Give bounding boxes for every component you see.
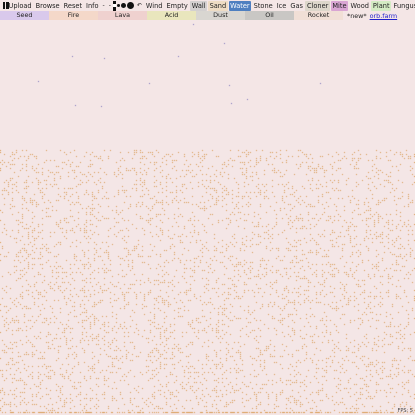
element-wall[interactable]: Wall	[190, 0, 208, 11]
element-dust[interactable]: Dust	[196, 11, 245, 20]
element-wood[interactable]: Wood	[349, 1, 370, 11]
element-mite[interactable]: Mite	[330, 0, 349, 11]
element-water[interactable]: Water	[228, 0, 252, 11]
element-cloner[interactable]: Cloner	[305, 0, 330, 11]
simulation-canvas[interactable]	[0, 20, 415, 415]
simulation-canvas-wrap[interactable]: FPS: 5	[0, 20, 415, 415]
element-ice[interactable]: Ice	[275, 1, 288, 11]
element-row-2: Seed Fire Lava Acid Dust Oil Rocket *new…	[0, 11, 415, 20]
undo-icon[interactable]: ↶	[135, 1, 143, 11]
brush-size-2[interactable]	[117, 1, 121, 11]
small-dot-icon	[117, 4, 121, 7]
element-wind[interactable]: Wind	[144, 1, 164, 11]
element-rocket[interactable]: Rocket	[294, 11, 343, 20]
element-acid[interactable]: Acid	[147, 11, 196, 20]
element-oil[interactable]: Oil	[245, 11, 294, 20]
browse-button[interactable]: Browse	[34, 1, 61, 11]
element-lava[interactable]: Lava	[98, 11, 147, 20]
fps-counter: FPS: 5	[397, 408, 413, 414]
brush-size-increase[interactable]: -	[107, 1, 112, 11]
brush-size-decrease[interactable]: -	[101, 1, 106, 11]
element-stone[interactable]: Stone	[252, 1, 274, 11]
reset-button[interactable]: Reset	[62, 1, 83, 11]
brush-size-3[interactable]	[121, 1, 127, 11]
upload-button[interactable]: Upload	[7, 1, 33, 11]
pause-icon[interactable]	[1, 1, 9, 10]
new-badge: *new*	[347, 11, 367, 20]
info-button[interactable]: Info	[85, 1, 100, 11]
large-dot-icon	[127, 2, 135, 9]
toolbar: Upload Browse Reset Info - - ↶ Wind Empt…	[0, 0, 415, 11]
element-plant[interactable]: Plant	[371, 0, 392, 11]
element-fire[interactable]: Fire	[49, 11, 98, 20]
element-empty[interactable]: Empty	[165, 1, 189, 11]
square-brush-icon	[113, 4, 117, 7]
orb-farm-link[interactable]: orb.farm	[370, 12, 398, 20]
brush-size-4[interactable]	[127, 1, 135, 11]
element-fungus[interactable]: Fungus	[392, 1, 415, 11]
medium-dot-icon	[121, 3, 127, 8]
element-sand[interactable]: Sand	[208, 0, 228, 11]
element-seed[interactable]: Seed	[0, 11, 49, 20]
element-gas[interactable]: Gas	[289, 1, 305, 11]
brush-size-1-selected[interactable]	[113, 0, 117, 11]
